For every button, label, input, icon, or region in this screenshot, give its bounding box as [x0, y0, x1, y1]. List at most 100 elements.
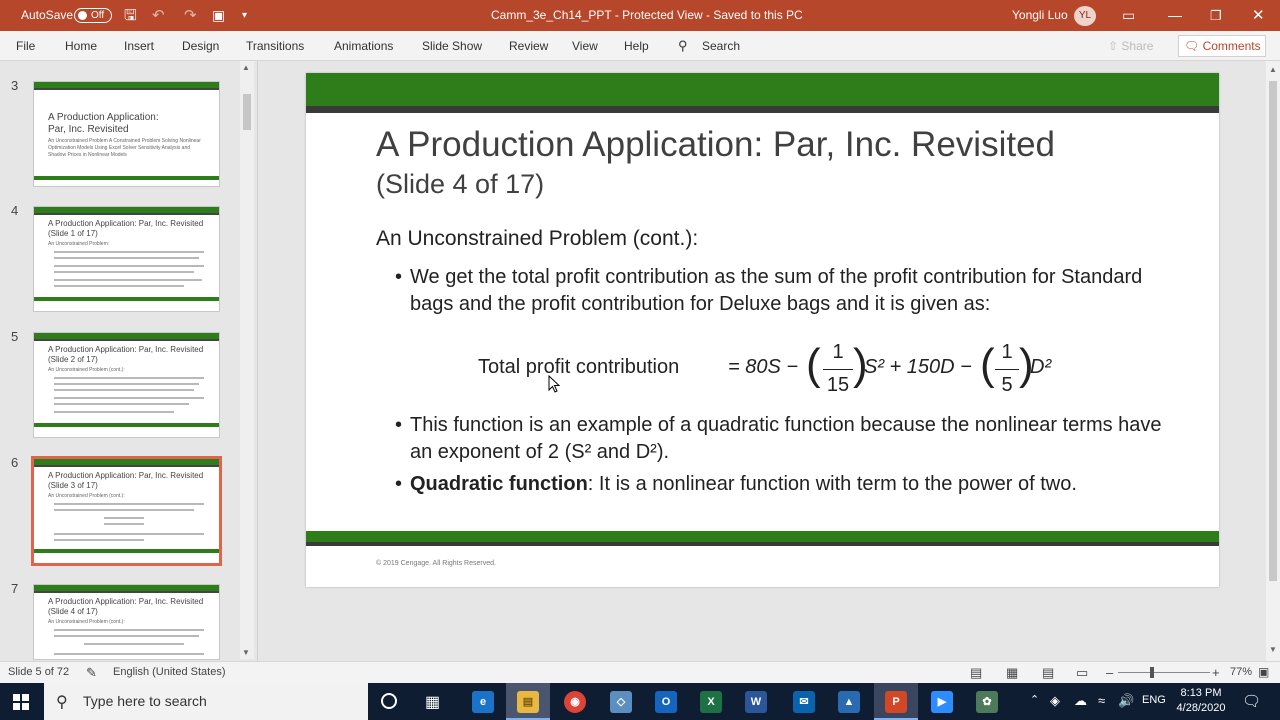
scrollbar-thumb[interactable]: [1269, 81, 1277, 581]
word-icon[interactable]: W: [745, 691, 767, 713]
slide-heading[interactable]: An Unconstrained Problem (cont.):: [376, 227, 698, 251]
tab-review[interactable]: Review: [509, 31, 548, 61]
thumbnail-title: A Production Application: Par, Inc. Revi…: [48, 219, 204, 238]
slide-scrollbar[interactable]: ▲ ▼: [1266, 61, 1280, 661]
bullet-text-2[interactable]: This function is an example of a quadrat…: [410, 412, 1170, 466]
thumbnail-number: 3: [11, 78, 19, 93]
slide-thumbnail-4[interactable]: A Production Application: Par, Inc. Revi…: [33, 206, 220, 312]
tab-animations[interactable]: Animations: [334, 31, 393, 61]
cloud-icon[interactable]: ☁: [1074, 693, 1087, 709]
slide-thumbnail-5[interactable]: A Production Application: Par, Inc. Revi…: [33, 332, 220, 438]
excel-icon[interactable]: X: [700, 691, 722, 713]
customize-toolbar-icon[interactable]: ▾: [242, 0, 247, 31]
scroll-down-icon[interactable]: ▼: [1269, 645, 1277, 654]
slide-thumbnail-3[interactable]: A Production Application: Par, Inc. Revi…: [33, 81, 220, 187]
thumbnail-subtitle: An Unconstrained Problem:: [48, 241, 110, 247]
save-icon[interactable]: 🖫: [124, 0, 137, 31]
search-label[interactable]: Search: [702, 31, 740, 61]
comment-icon: 🗨: [1184, 39, 1203, 53]
status-bar: Slide 5 of 72 ✎ English (United States) …: [0, 661, 1280, 683]
tab-file[interactable]: File: [16, 31, 35, 61]
ribbon-display-icon[interactable]: ▭: [1122, 0, 1135, 31]
redo-icon[interactable]: ↷: [184, 0, 197, 31]
search-icon: ⚲: [56, 694, 68, 711]
task-view-icon[interactable]: ▦: [425, 692, 440, 712]
scrollbar-thumb[interactable]: [243, 94, 251, 130]
zoom-level[interactable]: 77%: [1230, 662, 1252, 684]
tab-view[interactable]: View: [572, 31, 598, 61]
cortana-icon[interactable]: [381, 693, 397, 709]
current-slide[interactable]: A Production Application: Par, Inc. Revi…: [306, 73, 1219, 587]
bullet-text-1[interactable]: We get the total profit contribution as …: [410, 264, 1170, 318]
photos-icon[interactable]: ▲: [838, 691, 860, 713]
zoom-in-icon[interactable]: +: [1212, 662, 1220, 684]
chrome-icon[interactable]: ◉: [564, 691, 586, 713]
zoom-out-icon[interactable]: –: [1106, 662, 1113, 684]
mail-icon[interactable]: ✉: [793, 691, 815, 713]
thumbnail-title: A Production Application: Par, Inc. Revi…: [48, 345, 204, 364]
slide-title[interactable]: A Production Application: Par, Inc. Revi…: [376, 125, 1055, 165]
autosave-label: AutoSave: [21, 8, 74, 22]
thumbnail-scrollbar[interactable]: ▲ ▼: [240, 61, 254, 659]
profit-formula[interactable]: Total profit contribution = 80S − ( 1 15…: [478, 339, 1078, 401]
thumbnail-subtitle: An Unconstrained Problem (cont.):: [48, 367, 125, 373]
slideshow-view-icon[interactable]: ▭: [1076, 662, 1088, 684]
file-explorer-button[interactable]: ▤: [506, 683, 550, 720]
tab-help[interactable]: Help: [624, 31, 649, 61]
zoom-slider-handle[interactable]: [1150, 667, 1154, 678]
outlook-icon[interactable]: O: [655, 691, 677, 713]
bullet-marker: •: [395, 266, 403, 288]
zoom-app-icon[interactable]: ▶: [931, 691, 953, 713]
clock[interactable]: 8:13 PM 4/28/2020: [1172, 686, 1230, 716]
notifications-icon[interactable]: 🗨: [1242, 692, 1261, 710]
fit-slide-icon[interactable]: ▣: [1258, 662, 1269, 684]
scroll-up-icon[interactable]: ▲: [1269, 65, 1277, 74]
bullet-marker: •: [395, 414, 403, 436]
windows-start-icon[interactable]: [13, 694, 29, 710]
scroll-down-icon[interactable]: ▼: [242, 648, 250, 657]
app-icon[interactable]: ◇: [610, 691, 632, 713]
minimize-icon[interactable]: —: [1168, 0, 1182, 31]
wifi-icon[interactable]: ≈: [1098, 693, 1105, 708]
avatar[interactable]: YL: [1074, 6, 1096, 26]
edge-icon[interactable]: e: [472, 691, 494, 713]
tray-chevron-icon[interactable]: ⌃: [1030, 693, 1039, 706]
slide-sorter-icon[interactable]: ▦: [1006, 662, 1018, 684]
thumbnail-subtitle: An Unconstrained Problem A Constrained P…: [48, 138, 201, 158]
frac2-denominator: 5: [1001, 374, 1013, 396]
volume-icon[interactable]: 🔊: [1118, 693, 1134, 709]
formula-lhs: Total profit contribution: [478, 356, 680, 378]
present-icon[interactable]: ▣: [212, 0, 225, 31]
powerpoint-button[interactable]: P: [874, 683, 918, 720]
scroll-up-icon[interactable]: ▲: [242, 63, 250, 72]
language-indicator[interactable]: ENG: [1142, 694, 1166, 706]
zoom-slider[interactable]: [1118, 672, 1210, 673]
maximize-icon[interactable]: ❐: [1210, 0, 1222, 31]
app-icon-2[interactable]: ✿: [976, 691, 998, 713]
bullet-3-bold: Quadratic function: [410, 473, 588, 495]
slide-subtitle[interactable]: (Slide 4 of 17): [376, 169, 544, 200]
search-icon[interactable]: ⚲: [678, 31, 688, 61]
slide-thumbnail-6[interactable]: A Production Application: Par, Inc. Revi…: [31, 456, 222, 566]
bullet-text-3[interactable]: Quadratic function: It is a nonlinear fu…: [410, 471, 1170, 498]
reading-view-icon[interactable]: ▤: [1042, 662, 1054, 684]
close-icon[interactable]: ✕: [1252, 0, 1265, 31]
autosave-toggle[interactable]: Off: [74, 8, 112, 23]
language-indicator[interactable]: English (United States): [113, 662, 226, 684]
tab-home[interactable]: Home: [65, 31, 97, 61]
spelling-icon[interactable]: ✎: [86, 662, 97, 684]
comments-button[interactable]: 🗨 Comments: [1178, 35, 1266, 57]
taskbar-search[interactable]: ⚲ Type here to search: [44, 683, 368, 720]
tray-icon[interactable]: ◈: [1050, 693, 1060, 709]
tab-slide-show[interactable]: Slide Show: [422, 31, 482, 61]
slide-thumbnail-7[interactable]: A Production Application: Par, Inc. Revi…: [33, 584, 220, 660]
left-paren-icon: (: [980, 340, 995, 389]
tab-transitions[interactable]: Transitions: [246, 31, 304, 61]
share-label: Share: [1121, 39, 1154, 53]
tab-design[interactable]: Design: [182, 31, 219, 61]
windows-taskbar: ⚲ Type here to search ▦ e ▤ ◉ ◇ O X W ✉ …: [0, 683, 1280, 720]
normal-view-icon[interactable]: ▤: [970, 662, 982, 684]
share-button[interactable]: ⇧ Share: [1108, 36, 1168, 56]
undo-icon[interactable]: ↶: [152, 0, 165, 31]
tab-insert[interactable]: Insert: [124, 31, 154, 61]
